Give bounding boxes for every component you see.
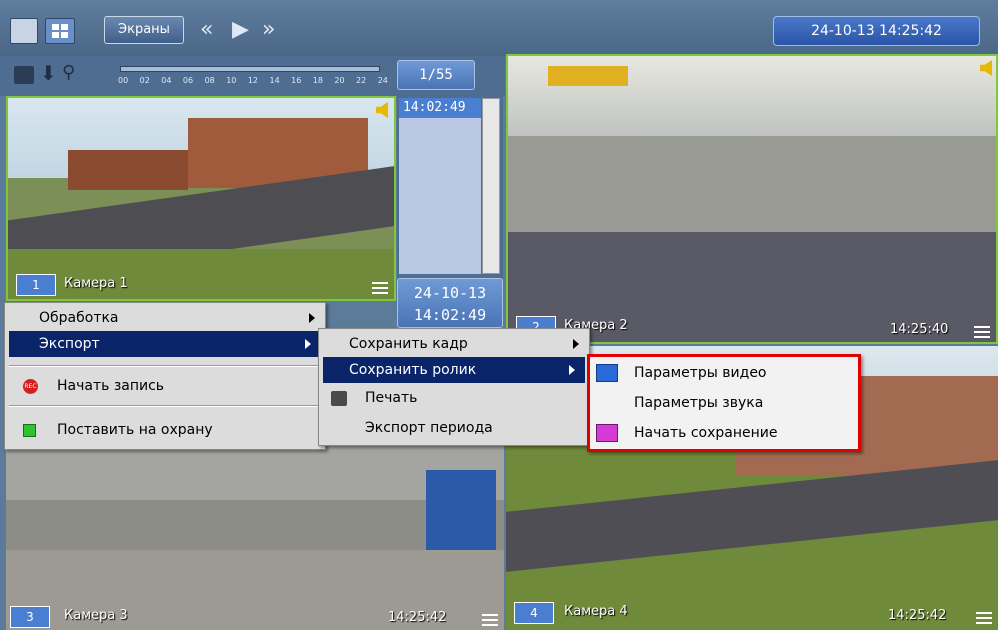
menu-item-start-recording[interactable]: REC Начать запись — [5, 373, 325, 399]
submenu-arrow-icon — [309, 313, 315, 323]
print-icon — [331, 391, 347, 406]
camera-2-view[interactable]: 2 Камера 2 14:25:40 — [506, 54, 998, 344]
menu-item-export[interactable]: Экспорт — [9, 331, 321, 357]
archive-toolbar: ⬇ ⚲ 00 02 04 06 08 10 12 14 16 18 20 22 … — [0, 56, 505, 96]
tick-label: 12 — [247, 76, 259, 85]
tick-label: 20 — [334, 76, 345, 85]
grid-icon — [52, 24, 59, 30]
menu-item-save-frame[interactable]: Сохранить кадр — [319, 331, 589, 357]
single-view-button[interactable] — [10, 18, 38, 44]
submenu-arrow-icon — [569, 365, 575, 375]
menu-item-label: Параметры видео — [634, 365, 767, 381]
play-icon[interactable]: ▶ — [232, 16, 249, 44]
rewind-icon[interactable]: « — [200, 16, 213, 44]
menu-item-video-params[interactable]: Параметры видео — [590, 360, 858, 386]
camera-menu-icon[interactable] — [372, 282, 388, 294]
camera-context-menu: Обработка Экспорт REC Начать запись Пост… — [4, 302, 326, 450]
tick-label: 16 — [291, 76, 302, 85]
grass — [8, 249, 394, 299]
camera-number: 4 — [514, 602, 554, 624]
menu-item-label: Обработка — [39, 310, 119, 326]
archive-date: 24-10-13 — [413, 284, 487, 302]
menu-item-label: Экспорт периода — [365, 420, 493, 436]
tick-label: 14 — [269, 76, 280, 85]
building — [68, 150, 188, 190]
frame-counter: 1/55 — [397, 60, 475, 90]
tick-label: 24 — [377, 76, 388, 85]
search-icon[interactable]: ⚲ — [62, 62, 75, 84]
menu-item-label: Параметры звука — [634, 395, 764, 411]
camera-time: 14:25:42 — [388, 610, 447, 625]
save-film-icon — [596, 424, 618, 442]
menu-item-label: Поставить на охрану — [57, 422, 213, 438]
grid-icon-cell — [61, 32, 68, 38]
tick-label: 10 — [226, 76, 237, 85]
archive-time: 14:02:49 — [413, 306, 487, 324]
tick-label: 18 — [312, 76, 323, 85]
sign — [548, 66, 628, 86]
parking-lot — [506, 460, 998, 572]
camera-name: Камера 3 — [64, 608, 128, 623]
menu-item-label: Печать — [365, 390, 418, 406]
datetime-display: 24-10-13 14:25:42 — [773, 16, 980, 46]
menu-item-arm[interactable]: Поставить на охрану — [5, 417, 325, 443]
menu-item-label: Экспорт — [39, 336, 100, 352]
menu-item-label: Начать сохранение — [634, 425, 778, 441]
submenu-arrow-icon — [573, 339, 579, 349]
menu-separator — [9, 365, 321, 367]
video-film-icon — [596, 364, 618, 382]
timeline-slider[interactable] — [120, 66, 380, 72]
camera-time: 14:25:42 — [888, 608, 947, 623]
menu-separator — [9, 405, 321, 407]
menu-item-audio-params[interactable]: Параметры звука — [590, 390, 858, 416]
camera-3-view[interactable]: 3 Камера 3 14:25:42 — [6, 440, 504, 630]
tick-label: 22 — [356, 76, 367, 85]
camera-menu-icon[interactable] — [974, 326, 990, 338]
export-submenu: Сохранить кадр Сохранить ролик Печать Эк… — [318, 328, 590, 446]
grid-icon-cell — [52, 32, 59, 38]
event-list[interactable]: 14:02:49 — [399, 98, 481, 274]
camera-1-view[interactable]: 1 Камера 1 — [6, 96, 396, 301]
grid-icon-cell — [61, 24, 68, 30]
grid-view-button[interactable] — [45, 18, 75, 44]
camera-name: Камера 1 — [64, 276, 128, 291]
tick-label: 08 — [204, 76, 215, 85]
save-clip-submenu: Параметры видео Параметры звука Начать с… — [587, 354, 861, 452]
top-toolbar: Экраны « ▶ » 24-10-13 14:25:42 — [0, 0, 998, 56]
tick-label: 02 — [139, 76, 150, 85]
menu-item-processing[interactable]: Обработка — [5, 305, 325, 331]
camera-number: 3 — [10, 606, 50, 628]
menu-item-label: Сохранить кадр — [349, 336, 468, 352]
archive-side-panel: 14:02:49 24-10-13 14:02:49 — [397, 96, 503, 328]
tick-label: 00 — [118, 76, 129, 85]
submenu-arrow-icon — [305, 339, 311, 349]
tick-label: 04 — [161, 76, 172, 85]
camera-time: 14:25:40 — [890, 322, 949, 337]
event-list-item[interactable]: 14:02:49 — [399, 98, 481, 118]
menu-item-save-clip[interactable]: Сохранить ролик — [323, 357, 585, 383]
archive-date-display: 24-10-13 14:02:49 — [397, 278, 503, 328]
fast-forward-icon[interactable]: » — [262, 16, 275, 44]
menu-item-export-period[interactable]: Экспорт периода — [319, 415, 589, 441]
camera-menu-icon[interactable] — [976, 612, 992, 624]
screens-button[interactable]: Экраны — [104, 16, 184, 44]
timeline-ticks: 00 02 04 06 08 10 12 14 16 18 20 22 24 — [118, 76, 388, 88]
event-list-scrollbar[interactable] — [482, 98, 500, 274]
download-icon[interactable]: ⬇ — [40, 62, 57, 84]
menu-item-start-saving[interactable]: Начать сохранение — [590, 420, 858, 446]
record-icon: REC — [23, 379, 38, 394]
tick-label: 06 — [182, 76, 194, 85]
menu-item-print[interactable]: Печать — [319, 385, 589, 411]
camera-name: Камера 4 — [564, 604, 628, 619]
camera-menu-icon[interactable] — [482, 614, 498, 626]
camera-number: 1 — [16, 274, 56, 296]
menu-item-label: Сохранить ролик — [349, 362, 477, 378]
arm-icon — [23, 424, 36, 437]
menu-item-label: Начать запись — [57, 378, 165, 394]
print-icon[interactable] — [14, 66, 34, 84]
